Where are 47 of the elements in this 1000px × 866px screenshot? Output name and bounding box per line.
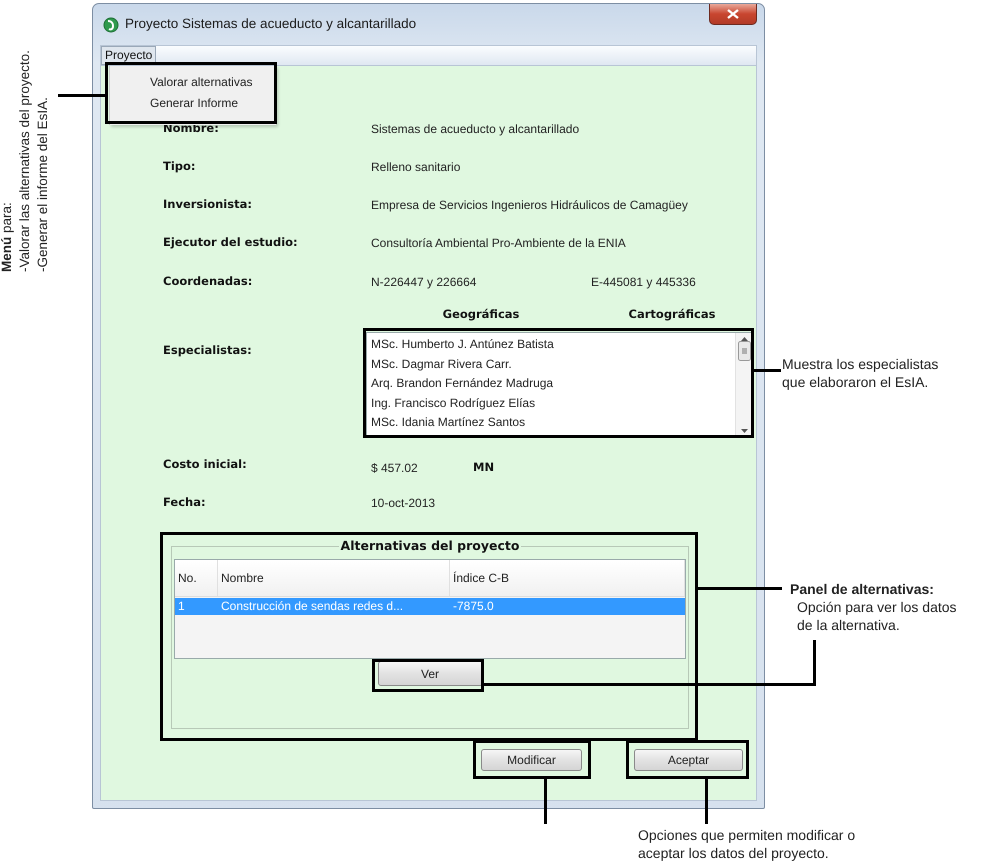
list-item[interactable]: MSc. Humberto J. Antúnez Batista <box>371 335 731 354</box>
modify-button[interactable]: Modificar <box>481 749 582 771</box>
scroll-down-icon[interactable] <box>740 429 748 433</box>
list-item[interactable]: Ing. Francisco Rodríguez Elías <box>371 394 731 413</box>
scroll-thumb[interactable] <box>738 341 750 361</box>
close-icon <box>727 9 739 19</box>
field-label: Fecha: <box>163 494 207 512</box>
field-label: Costo inicial: <box>163 456 248 474</box>
field-value: N-226447 y 226664 <box>371 274 478 291</box>
field-label: Especialistas: <box>163 342 253 359</box>
field-value: 10-oct-2013 <box>371 495 436 512</box>
accept-button[interactable]: Aceptar <box>634 749 743 771</box>
menu-option[interactable]: Valorar alternativas <box>150 72 276 93</box>
annotation-text: Opciones que permiten modificar o aceptar los datos del proyecto. <box>638 826 856 863</box>
window-title: Proyecto Sistemas de acueducto y alcantarillado <box>125 15 416 34</box>
leader-line <box>705 779 708 824</box>
list-box[interactable]: MSc. Humberto J. Antúnez Batista MSc. Dagmar Rivera Carr. Arq. Brandon Fernández Madruga Ing. Francisco Rodríguez Elías MSc. Idania Martínez Santos <box>366 332 753 438</box>
column-caption: Geográficas <box>442 306 520 324</box>
field-value: Relleno sanitario <box>371 159 462 176</box>
group-title: Alternativas del proyecto <box>340 538 520 554</box>
view-button[interactable]: Ver <box>378 661 482 686</box>
annotation-title: Panel de alternativas: <box>790 580 935 598</box>
currency-label: MN <box>473 458 494 476</box>
field-value: Consultoría Ambiental Pro-Ambiente de la ENIA <box>371 235 627 252</box>
annotation-text: Opción para ver los datos de la alternativa. <box>797 598 958 635</box>
app-icon <box>103 16 119 32</box>
field-value: Sistemas de acueducto y alcantarillado <box>371 121 580 138</box>
column-header[interactable]: No. <box>175 560 218 596</box>
field-label: Inversionista: <box>163 196 253 214</box>
close-button[interactable] <box>709 4 757 25</box>
column-header[interactable]: Índice C-B <box>450 560 685 596</box>
field-value: Empresa de Servicios Ingenieros Hidráulicos de Camagüey <box>371 197 689 214</box>
field-value: $ 457.02 <box>371 460 419 476</box>
field-label: Coordenadas: <box>163 273 254 290</box>
leader-line <box>544 779 547 824</box>
list-item[interactable]: Arq. Brandon Fernández Madruga <box>371 374 731 394</box>
leader-line <box>58 94 105 97</box>
list-item[interactable]: MSc. Dagmar Rivera Carr. <box>371 354 731 374</box>
leader-line <box>754 369 781 372</box>
column-header[interactable]: Nombre <box>218 560 450 596</box>
menu-option[interactable]: Generar Informe <box>150 93 276 114</box>
field-label: Ejecutor del estudio: <box>163 234 299 252</box>
list-item[interactable]: MSc. Idania Martínez Santos <box>371 413 731 432</box>
field-value: E-445081 y 445336 <box>591 274 697 291</box>
annotation-text: Muestra los especialistas que elaboraron el EsIA. <box>782 355 940 392</box>
column-caption: Cartográficas <box>628 306 716 324</box>
field-label: Tipo: <box>163 158 197 176</box>
